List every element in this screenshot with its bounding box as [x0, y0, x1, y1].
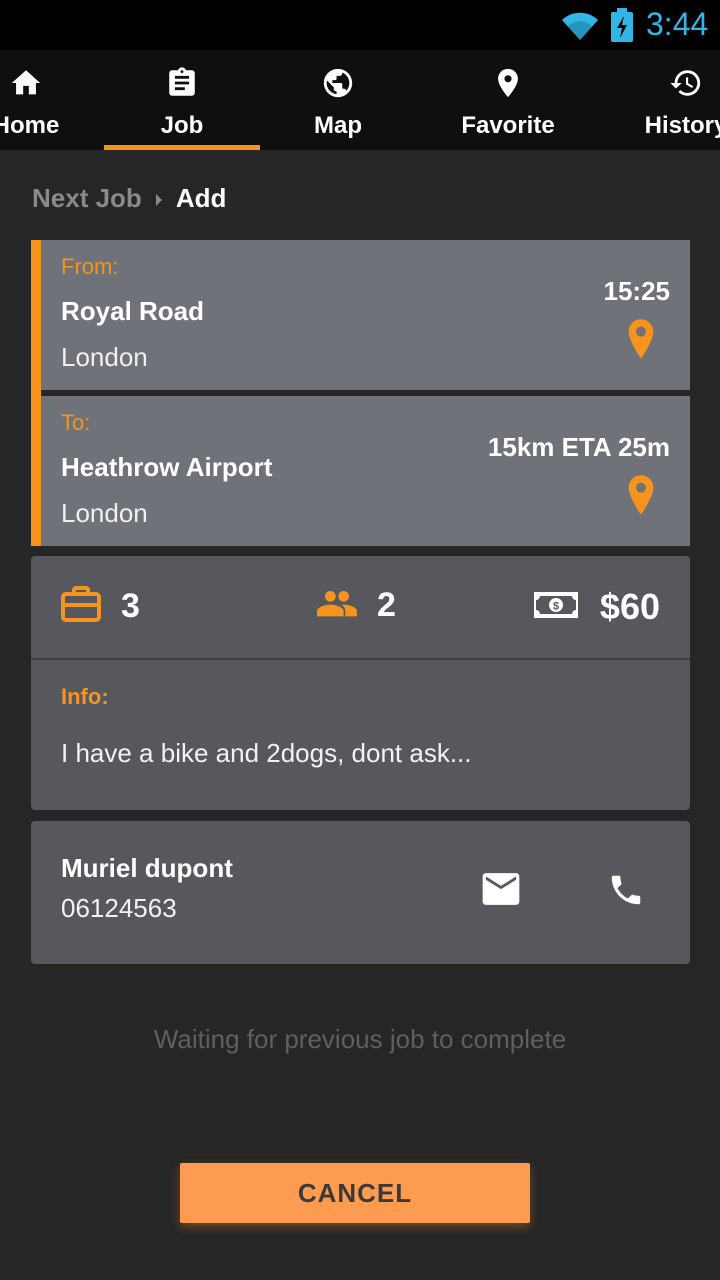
tab-map[interactable]: Map — [260, 50, 416, 150]
clock: 3:44 — [646, 6, 709, 42]
info-label: Info: — [61, 684, 109, 709]
email-icon[interactable] — [481, 873, 521, 910]
chevron-right-icon — [154, 183, 164, 214]
customer-phone: 06124563 — [61, 893, 177, 923]
phone-icon[interactable] — [607, 871, 645, 914]
dropoff-leg[interactable]: To: Heathrow Airport London 15km ETA 25m — [41, 396, 690, 546]
pickup-time: 15:25 — [603, 276, 671, 306]
luggage-value: 3 — [121, 587, 140, 625]
tab-job[interactable]: Job — [104, 50, 260, 150]
map-pin-icon[interactable] — [626, 474, 656, 521]
tab-label: Map — [314, 112, 362, 139]
globe-icon — [321, 66, 355, 105]
home-icon — [9, 66, 43, 105]
svg-text:$: $ — [553, 600, 559, 612]
breadcrumb: Next Job Add — [32, 178, 226, 218]
job-stats: 3 2 $ $60 — [31, 556, 690, 660]
pickup-place: Royal Road — [61, 296, 205, 326]
tab-label: History — [644, 112, 720, 139]
breadcrumb-parent[interactable]: Next Job — [32, 183, 142, 214]
people-icon — [317, 589, 357, 622]
tab-label: Job — [160, 112, 204, 139]
dropoff-place: Heathrow Airport — [61, 452, 273, 482]
map-pin-icon[interactable] — [626, 318, 656, 365]
briefcase-icon — [61, 586, 101, 627]
banknote-icon: $ — [533, 591, 578, 623]
price-value: $60 — [599, 586, 660, 627]
battery-charging-icon — [610, 8, 634, 47]
route-card: From: Royal Road London 15:25 To: Heathr… — [31, 240, 690, 546]
pickup-label: From: — [61, 254, 119, 279]
pickup-city: London — [61, 342, 148, 372]
distance-eta: 15km ETA 25m — [487, 432, 670, 462]
pickup-leg[interactable]: From: Royal Road London 15:25 — [41, 240, 690, 390]
status-bar: 3:44 — [0, 0, 720, 50]
tab-bar: Home Job Map Favorite History — [0, 50, 720, 150]
clipboard-icon — [165, 66, 199, 105]
tab-label: Favorite — [461, 112, 555, 139]
map-pin-icon — [491, 66, 525, 105]
info-text: I have a bike and 2dogs, dont ask... — [61, 738, 472, 768]
tab-home[interactable]: Home — [0, 50, 104, 150]
history-icon — [669, 66, 703, 105]
luggage-count: 3 — [61, 586, 140, 627]
job-details-card: 3 2 $ $60 Info: I have a bike and 2dogs,… — [31, 556, 690, 810]
cancel-button[interactable]: CANCEL — [180, 1163, 530, 1223]
passenger-count: 2 — [317, 586, 396, 625]
fare: $ $60 — [533, 586, 660, 628]
tab-favorite[interactable]: Favorite — [416, 50, 600, 150]
dropoff-city: London — [61, 498, 148, 528]
customer-contact-card: Muriel dupont 06124563 — [31, 821, 690, 964]
passengers-value: 2 — [377, 586, 396, 624]
dropoff-label: To: — [61, 410, 91, 435]
customer-name: Muriel dupont — [61, 853, 233, 883]
tab-history[interactable]: History — [600, 50, 720, 150]
route-accent-bar — [31, 240, 41, 546]
breadcrumb-current: Add — [175, 182, 227, 213]
wifi-icon — [560, 10, 600, 47]
tab-label: Home — [0, 112, 60, 139]
job-status-message: Waiting for previous job to complete — [153, 1024, 567, 1054]
